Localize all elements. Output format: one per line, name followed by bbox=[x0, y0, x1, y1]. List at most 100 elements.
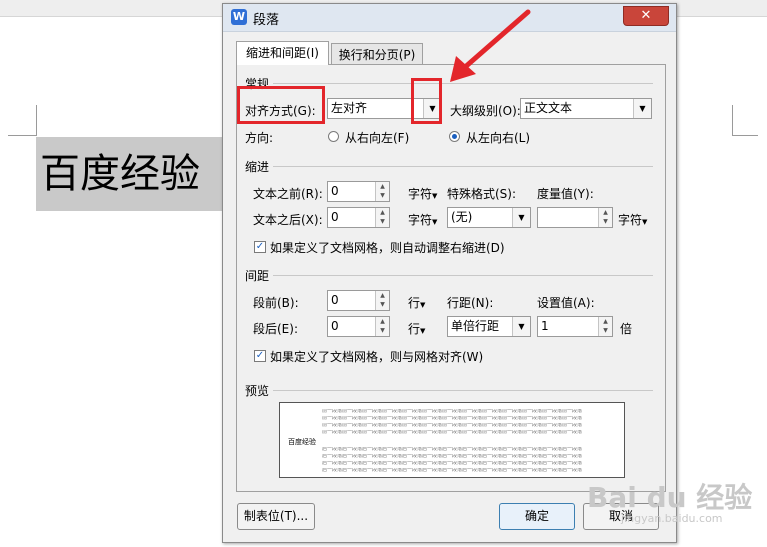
spinner-buttons[interactable]: ▲ ▼ bbox=[375, 182, 389, 201]
spin-up-icon[interactable]: ▲ bbox=[376, 182, 389, 191]
auto-adjust-indent-checkbox[interactable]: ✓ bbox=[254, 241, 266, 253]
section-divider-spacing bbox=[273, 275, 653, 276]
red-arrow-icon bbox=[450, 9, 531, 82]
spin-up-icon[interactable]: ▲ bbox=[376, 208, 389, 217]
section-title-preview: 预览 bbox=[245, 384, 270, 398]
spacing-after-unit-select[interactable]: 行▼ bbox=[408, 320, 425, 337]
spinner-buttons[interactable]: ▲ ▼ bbox=[375, 291, 389, 310]
section-title-spacing: 间距 bbox=[245, 269, 270, 283]
direction-rtl-label[interactable]: 从右向左(F) bbox=[345, 129, 409, 146]
direction-ltr-radio[interactable] bbox=[449, 131, 460, 142]
highlight-box-alignment-dropdown bbox=[411, 78, 442, 124]
line-spacing-select[interactable]: 单倍行距 ▼ bbox=[447, 316, 531, 337]
page-corner-left bbox=[8, 105, 37, 136]
spin-down-icon[interactable]: ▼ bbox=[376, 300, 389, 309]
spinner-buttons[interactable]: ▲ ▼ bbox=[375, 208, 389, 227]
spin-down-icon[interactable]: ▼ bbox=[376, 217, 389, 226]
spinner-buttons[interactable]: ▲ ▼ bbox=[375, 317, 389, 336]
spin-up-icon[interactable]: ▲ bbox=[376, 317, 389, 326]
watermark-url: jingyan.baidu.com bbox=[621, 512, 723, 525]
spacing-before-unit: 行 bbox=[408, 296, 421, 310]
spin-up-icon[interactable]: ▲ bbox=[599, 208, 612, 217]
setting-value: 1 bbox=[541, 319, 549, 333]
special-format-select[interactable]: (无) ▼ bbox=[447, 207, 531, 228]
spacing-before-input[interactable]: 0 ▲ ▼ bbox=[327, 290, 390, 311]
direction-label: 方向: bbox=[245, 131, 274, 145]
spacing-before-label: 段前(B): bbox=[253, 296, 299, 310]
indent-after-value: 0 bbox=[331, 210, 339, 224]
chevron-down-icon: ▼ bbox=[420, 301, 426, 309]
spin-up-icon[interactable]: ▲ bbox=[376, 291, 389, 300]
chevron-down-icon: ▼ bbox=[642, 218, 648, 226]
indent-before-unit-select[interactable]: 字符▼ bbox=[408, 185, 437, 202]
indent-after-label: 文本之后(X): bbox=[253, 213, 323, 227]
page-corner-right bbox=[732, 105, 758, 136]
indent-before-value: 0 bbox=[331, 184, 339, 198]
spin-down-icon[interactable]: ▼ bbox=[376, 191, 389, 200]
indent-after-unit: 字符 bbox=[408, 213, 433, 227]
special-format-label: 特殊格式(S): bbox=[447, 187, 517, 201]
spacing-after-label: 段后(E): bbox=[253, 322, 298, 336]
paragraph-preview: 前一段落前一段落前一段落前一段落前一段落前一段落前一段落前一段落前一段落前一段落… bbox=[279, 402, 625, 478]
chevron-down-icon: ▼ bbox=[420, 327, 426, 335]
setting-value-input[interactable]: 1 ▲ ▼ bbox=[537, 316, 613, 337]
line-spacing-value: 单倍行距 bbox=[451, 319, 500, 333]
spin-down-icon[interactable]: ▼ bbox=[599, 217, 612, 226]
chevron-down-icon: ▼ bbox=[432, 218, 438, 226]
measure-input[interactable]: ▲ ▼ bbox=[537, 207, 613, 228]
indent-after-input[interactable]: 0 ▲ ▼ bbox=[327, 207, 390, 228]
spinner-buttons[interactable]: ▲ ▼ bbox=[598, 317, 612, 336]
indent-before-unit: 字符 bbox=[408, 187, 433, 201]
outline-level-value: 正文文本 bbox=[524, 101, 573, 115]
preview-previous-line: 前一段落前一段落前一段落前一段落前一段落前一段落前一段落前一段落前一段落前一段落… bbox=[321, 416, 582, 421]
snap-to-grid-label[interactable]: 如果定义了文档网格，则与网格对齐(W) bbox=[270, 348, 483, 365]
direction-ltr-label[interactable]: 从左向右(L) bbox=[466, 129, 530, 146]
spin-down-icon[interactable]: ▼ bbox=[599, 326, 612, 335]
preview-following-line: 后一段落后一段落后一段落后一段落后一段落后一段落后一段落后一段落后一段落后一段落… bbox=[321, 454, 582, 459]
ok-button[interactable]: 确定 bbox=[499, 503, 575, 530]
tab-line-page-breaks[interactable]: 换行和分页(P) bbox=[331, 43, 423, 65]
setting-value-unit: 倍 bbox=[620, 322, 633, 336]
direction-rtl-radio[interactable] bbox=[328, 131, 339, 142]
indent-after-unit-select[interactable]: 字符▼ bbox=[408, 211, 437, 228]
spin-down-icon[interactable]: ▼ bbox=[376, 326, 389, 335]
chevron-down-icon[interactable]: ▼ bbox=[512, 208, 530, 227]
outline-level-label: 大纲级别(O): bbox=[450, 104, 521, 118]
preview-sample-text: 百度经验 bbox=[288, 438, 316, 446]
close-button[interactable]: ✕ bbox=[623, 6, 669, 26]
section-title-indent: 缩进 bbox=[245, 160, 270, 174]
spacing-after-unit: 行 bbox=[408, 322, 421, 336]
measure-unit: 字符 bbox=[618, 213, 643, 227]
line-spacing-label: 行距(N): bbox=[447, 296, 494, 310]
preview-following-line: 后一段落后一段落后一段落后一段落后一段落后一段落后一段落后一段落后一段落后一段落… bbox=[321, 461, 582, 466]
spinner-buttons[interactable]: ▲ ▼ bbox=[598, 208, 612, 227]
spacing-after-value: 0 bbox=[331, 319, 339, 333]
tab-indent-spacing[interactable]: 缩进和间距(I) bbox=[236, 41, 329, 65]
tabs-button[interactable]: 制表位(T)... bbox=[237, 503, 315, 530]
preview-following-line: 后一段落后一段落后一段落后一段落后一段落后一段落后一段落后一段落后一段落后一段落… bbox=[321, 468, 582, 473]
chevron-down-icon[interactable]: ▼ bbox=[512, 317, 530, 336]
chevron-down-icon[interactable]: ▼ bbox=[633, 99, 651, 118]
chevron-down-icon: ▼ bbox=[432, 192, 438, 200]
setting-value-label: 设置值(A): bbox=[537, 296, 595, 310]
spacing-before-value: 0 bbox=[331, 293, 339, 307]
document-selected-text[interactable]: 百度经验 bbox=[36, 137, 222, 211]
spacing-after-input[interactable]: 0 ▲ ▼ bbox=[327, 316, 390, 337]
baidu-jingyan-watermark: Bai du 经验 jingyan.baidu.com bbox=[587, 476, 767, 536]
section-divider-indent bbox=[273, 166, 653, 167]
watermark-logo: Bai du 经验 bbox=[587, 481, 753, 514]
outline-level-select[interactable]: 正文文本 ▼ bbox=[520, 98, 652, 119]
preview-following-line: 后一段落后一段落后一段落后一段落后一段落后一段落后一段落后一段落后一段落后一段落… bbox=[321, 447, 582, 452]
preview-previous-line: 前一段落前一段落前一段落前一段落前一段落前一段落前一段落前一段落前一段落前一段落… bbox=[321, 430, 582, 435]
spacing-before-unit-select[interactable]: 行▼ bbox=[408, 294, 425, 311]
spin-up-icon[interactable]: ▲ bbox=[599, 317, 612, 326]
snap-to-grid-checkbox[interactable]: ✓ bbox=[254, 350, 266, 362]
dialog-title: 段落 bbox=[253, 13, 280, 28]
auto-adjust-indent-label[interactable]: 如果定义了文档网格，则自动调整右缩进(D) bbox=[270, 239, 505, 256]
alignment-value: 左对齐 bbox=[331, 101, 368, 115]
indent-before-input[interactable]: 0 ▲ ▼ bbox=[327, 181, 390, 202]
measure-label: 度量值(Y): bbox=[537, 187, 594, 201]
wps-writer-icon: W bbox=[231, 9, 247, 25]
preview-previous-line: 前一段落前一段落前一段落前一段落前一段落前一段落前一段落前一段落前一段落前一段落… bbox=[321, 409, 582, 414]
measure-unit-select[interactable]: 字符▼ bbox=[618, 211, 647, 228]
